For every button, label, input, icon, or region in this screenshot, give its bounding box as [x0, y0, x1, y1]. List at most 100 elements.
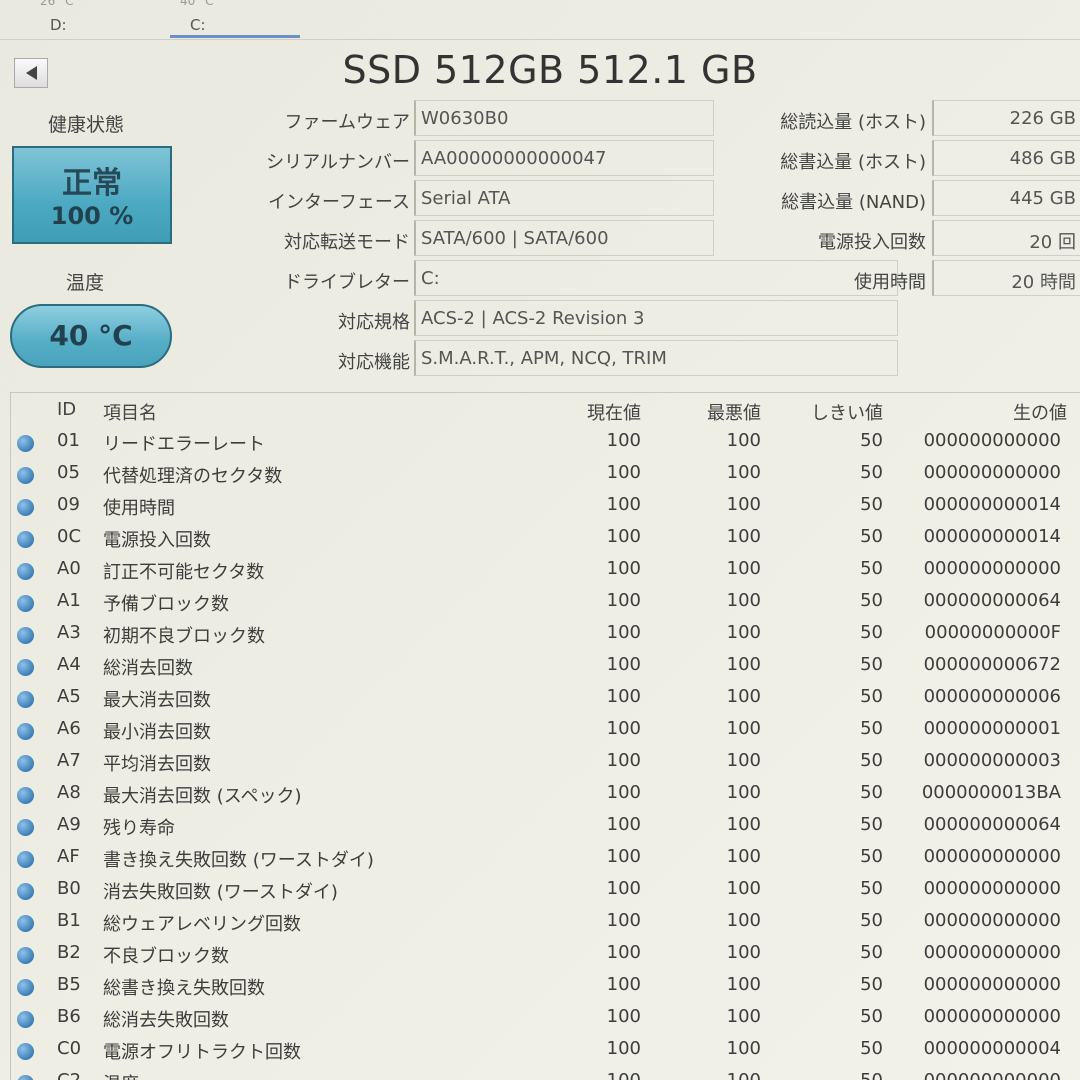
table-row[interactable]: A6 最小消去回数 100 100 50 000000000001 — [11, 715, 1080, 747]
health-status-box[interactable]: 正常 100 % — [12, 146, 172, 244]
cell-current: 100 — [606, 878, 641, 899]
cell-threshold: 50 — [860, 942, 883, 963]
drive-tab-d[interactable]: 26 °C D: — [30, 0, 160, 38]
cell-worst: 100 — [726, 910, 761, 931]
cell-name: 総ウェアレベリング回数 — [103, 914, 301, 935]
table-row[interactable]: A0 訂正不可能セクタ数 100 100 50 000000000000 — [11, 555, 1080, 587]
table-row[interactable]: 05 代替処理済のセクタ数 100 100 50 000000000000 — [11, 459, 1080, 491]
cell-id: A9 — [57, 814, 81, 835]
cell-id: B6 — [57, 1006, 81, 1027]
cell-name: 最大消去回数 (スペック) — [103, 786, 302, 807]
cell-threshold: 50 — [860, 1038, 883, 1059]
table-row[interactable]: A7 平均消去回数 100 100 50 000000000003 — [11, 747, 1080, 779]
status-dot-icon — [17, 467, 34, 484]
table-row[interactable]: A8 最大消去回数 (スペック) 100 100 50 0000000013BA — [11, 779, 1080, 811]
table-row[interactable]: A1 予備ブロック数 100 100 50 000000000064 — [11, 587, 1080, 619]
cell-current: 100 — [606, 1038, 641, 1059]
col-current-header[interactable]: 現在値 — [587, 399, 641, 425]
table-row[interactable]: B2 不良ブロック数 100 100 50 000000000000 — [11, 939, 1080, 971]
cell-worst: 100 — [726, 654, 761, 675]
col-threshold-header[interactable]: しきい値 — [811, 399, 883, 425]
detail-value: ACS-2 | ACS-2 Revision 3 — [421, 308, 645, 329]
status-dot-icon — [17, 723, 34, 740]
cell-current: 100 — [606, 494, 641, 515]
drive-tab-c[interactable]: 40 °C C: — [170, 0, 300, 38]
detail-value: SATA/600 | SATA/600 — [421, 228, 609, 249]
table-row[interactable]: C0 電源オフリトラクト回数 100 100 50 000000000004 — [11, 1035, 1080, 1067]
cell-raw: 000000000064 — [923, 814, 1061, 835]
cell-name: 電源オフリトラクト回数 — [103, 1042, 301, 1063]
status-dot-icon — [17, 755, 34, 772]
smart-table: ID 項目名 現在値 最悪値 しきい値 生の値 01 リードエラーレート 100 10… — [10, 392, 1080, 1080]
cell-raw: 000000000001 — [923, 718, 1061, 739]
detail-value: AA00000000000047 — [421, 148, 607, 169]
status-dot-icon — [17, 819, 34, 836]
cell-id: A0 — [57, 558, 81, 579]
col-raw-header[interactable]: 生の値 — [1013, 399, 1067, 425]
table-row[interactable]: B6 総消去失敗回数 100 100 50 000000000000 — [11, 1003, 1080, 1035]
table-row[interactable]: B5 総書き換え失敗回数 100 100 50 000000000000 — [11, 971, 1080, 1003]
drive-temp: 40 °C — [180, 0, 214, 8]
stat-row: 総書込量 (NAND) 445 GB — [740, 180, 1080, 216]
cell-name: 不良ブロック数 — [103, 946, 229, 967]
stat-label: 総書込量 (NAND) — [781, 192, 926, 213]
stat-value: 486 GB — [1009, 148, 1076, 169]
stat-label: 使用時間 — [854, 272, 926, 293]
cell-threshold: 50 — [860, 910, 883, 931]
detail-label: ドライブレター — [284, 272, 410, 293]
detail-label: 対応機能 — [338, 352, 410, 373]
cell-raw: 000000000000 — [923, 942, 1061, 963]
cell-id: A5 — [57, 686, 81, 707]
cell-id: 0C — [57, 526, 82, 547]
col-name-header[interactable]: 項目名 — [103, 399, 157, 425]
table-row[interactable]: 09 使用時間 100 100 50 000000000014 — [11, 491, 1080, 523]
detail-row: 対応機能 S.M.A.R.T., APM, NCQ, TRIM — [180, 340, 898, 376]
cell-current: 100 — [606, 974, 641, 995]
table-row[interactable]: A5 最大消去回数 100 100 50 000000000006 — [11, 683, 1080, 715]
cell-raw: 000000000000 — [923, 462, 1061, 483]
stat-value: 20 時間 — [1011, 272, 1076, 293]
status-dot-icon — [17, 979, 34, 996]
cell-name: 代替処理済のセクタ数 — [103, 466, 283, 487]
cell-current: 100 — [606, 782, 641, 803]
cell-raw: 000000000003 — [923, 750, 1061, 771]
cell-current: 100 — [606, 462, 641, 483]
cell-worst: 100 — [727, 1070, 761, 1080]
table-row[interactable]: A3 初期不良ブロック数 100 100 50 00000000000F — [11, 619, 1080, 651]
cell-current: 100 — [606, 846, 641, 867]
cell-raw: 000000000000 — [923, 878, 1061, 899]
cell-threshold: 50 — [860, 846, 883, 867]
stat-row: 使用時間 20 時間 — [740, 260, 1080, 296]
cell-threshold: 50 — [860, 622, 883, 643]
table-row[interactable]: A9 残り寿命 100 100 50 000000000064 — [11, 811, 1080, 843]
table-row[interactable]: B0 消去失敗回数 (ワーストダイ) 100 100 50 000000000000 — [11, 875, 1080, 907]
table-row[interactable]: C2 温度 100 100 50 000000000000 — [11, 1067, 1080, 1080]
status-dot-icon — [17, 531, 34, 548]
table-row[interactable]: AF 書き換え失敗回数 (ワーストダイ) 100 100 50 000000000000 — [11, 843, 1080, 875]
cell-current: 100 — [607, 1070, 641, 1080]
table-row[interactable]: 01 リードエラーレート 100 100 50 000000000000 — [11, 427, 1080, 459]
stat-label: 総書込量 (ホスト) — [780, 152, 926, 173]
table-row[interactable]: 0C 電源投入回数 100 100 50 000000000014 — [11, 523, 1080, 555]
status-dot-icon — [17, 435, 34, 452]
stat-label: 電源投入回数 — [818, 232, 926, 253]
temperature-box[interactable]: 40 °C — [10, 304, 172, 368]
cell-current: 100 — [606, 910, 641, 931]
cell-name: 残り寿命 — [103, 818, 175, 839]
cell-worst: 100 — [726, 814, 761, 835]
cell-name: 総消去失敗回数 — [103, 1010, 229, 1031]
cell-current: 100 — [606, 654, 641, 675]
previous-drive-button[interactable] — [14, 58, 48, 88]
table-row[interactable]: B1 総ウェアレベリング回数 100 100 50 000000000000 — [11, 907, 1080, 939]
cell-id: B1 — [57, 910, 81, 931]
cell-current: 100 — [606, 526, 641, 547]
status-dot-icon — [17, 627, 34, 644]
table-row[interactable]: A4 総消去回数 100 100 50 000000000672 — [11, 651, 1080, 683]
cell-raw: 000000000672 — [923, 654, 1061, 675]
cell-threshold: 50 — [860, 430, 883, 451]
col-worst-header[interactable]: 最悪値 — [707, 399, 761, 425]
cell-threshold: 50 — [860, 750, 883, 771]
status-dot-icon — [17, 787, 34, 804]
status-dot-icon — [17, 883, 34, 900]
col-id-header[interactable]: ID — [57, 399, 76, 420]
